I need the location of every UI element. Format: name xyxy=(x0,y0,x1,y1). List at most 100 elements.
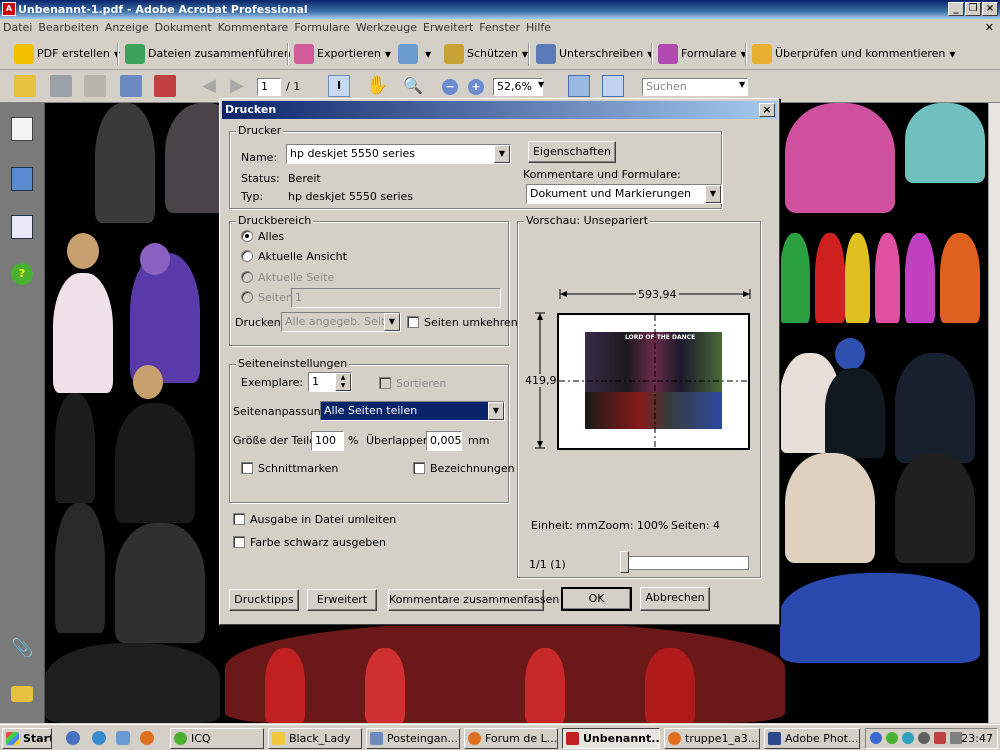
review-comment-button[interactable]: Überprüfen und kommentieren ▼ xyxy=(752,43,956,65)
menu-anzeige[interactable]: Anzeige xyxy=(102,19,152,37)
reverse-pages-checkbox[interactable] xyxy=(407,316,419,328)
ok-button[interactable]: OK xyxy=(561,587,632,611)
tile-size-label: Größe der Teile: xyxy=(233,434,320,447)
tray-icon[interactable] xyxy=(934,732,946,744)
help-icon[interactable]: ? xyxy=(11,263,33,285)
export-button[interactable]: Exportieren ▼ xyxy=(294,43,391,65)
browser-quicklaunch-icon[interactable] xyxy=(66,731,80,745)
task-black-lady[interactable]: Black_Lady xyxy=(268,728,362,749)
preview-page-slider[interactable] xyxy=(623,556,749,570)
print-icon[interactable] xyxy=(50,75,72,97)
open-folder-icon[interactable] xyxy=(14,75,36,97)
bookmarks-icon[interactable] xyxy=(11,167,33,191)
system-tray: 23:47 xyxy=(865,728,998,749)
menu-dokument[interactable]: Dokument xyxy=(152,19,215,37)
merge-files-button[interactable]: Dateien zusammenführen▼ xyxy=(125,43,301,65)
range-all-radio[interactable] xyxy=(241,230,253,242)
menu-erweitert[interactable]: Erweitert xyxy=(420,19,476,37)
menu-werkzeuge[interactable]: Werkzeuge xyxy=(353,19,420,37)
prev-page-icon[interactable]: ◀ xyxy=(198,75,220,97)
print-subset-select[interactable]: Alle angegeb. Seiten ▼ xyxy=(281,312,401,332)
stepper-arrows-icon[interactable]: ▲ ▼ xyxy=(335,373,351,391)
print-black-checkbox[interactable] xyxy=(233,536,245,548)
slider-thumb[interactable] xyxy=(620,551,629,573)
vertical-scrollbar[interactable] xyxy=(988,103,1000,723)
search-input[interactable]: Suchen xyxy=(642,78,748,96)
volume-icon[interactable] xyxy=(950,732,962,744)
menu-hilfe[interactable]: Hilfe xyxy=(523,19,554,37)
search-doc-icon[interactable] xyxy=(154,75,176,97)
zoom-dropdown-icon[interactable]: ▼ xyxy=(538,80,544,89)
printer-name-select[interactable]: hp deskjet 5550 series ▼ xyxy=(286,144,511,164)
print-tips-button[interactable]: Drucktipps xyxy=(229,589,299,611)
task-posteingang[interactable]: Posteingan... xyxy=(366,728,460,749)
zoom-input[interactable]: 52,6% xyxy=(493,78,543,96)
scaling-select[interactable]: Alle Seiten teilen ▼ xyxy=(320,401,505,421)
email-icon[interactable] xyxy=(120,75,142,97)
task-forum[interactable]: Forum de L... xyxy=(464,728,558,749)
document-close-icon[interactable]: ✕ xyxy=(985,19,994,37)
comment-icon xyxy=(752,44,772,64)
firefox-quicklaunch-icon[interactable] xyxy=(140,731,154,745)
page-number-input[interactable]: 1 xyxy=(257,78,281,96)
fit-width-icon[interactable] xyxy=(568,75,590,97)
sign-button[interactable]: Unterschreiben ▼ xyxy=(536,43,653,65)
collate-checkbox[interactable] xyxy=(379,377,391,389)
menu-formulare[interactable]: Formulare xyxy=(291,19,353,37)
tray-icon[interactable] xyxy=(870,732,882,744)
task-acrobat[interactable]: Unbenannt... xyxy=(562,728,660,749)
ie-quicklaunch-icon[interactable] xyxy=(92,731,106,745)
signatures-icon[interactable] xyxy=(11,215,33,239)
search-dropdown-icon[interactable]: ▼ xyxy=(739,80,745,89)
menu-bearbeiten[interactable]: Bearbeiten xyxy=(35,19,101,37)
range-pages-radio[interactable] xyxy=(241,291,253,303)
range-current-page-radio[interactable] xyxy=(241,271,253,283)
close-button[interactable]: × xyxy=(982,2,998,16)
tray-icon[interactable] xyxy=(918,732,930,744)
menu-fenster[interactable]: Fenster xyxy=(476,19,523,37)
copies-stepper[interactable]: 1 ▲ ▼ xyxy=(308,372,352,392)
task-icq[interactable]: ICQ xyxy=(170,728,264,749)
dialog-close-button[interactable]: × xyxy=(759,103,775,117)
properties-button[interactable]: Eigenschaften xyxy=(528,141,616,163)
secure-doc-button[interactable]: ▼ xyxy=(398,43,431,65)
task-photoshop[interactable]: Adobe Phot... xyxy=(764,728,860,749)
task-truppe[interactable]: truppe1_a3... xyxy=(664,728,760,749)
select-text-icon[interactable]: I xyxy=(328,75,350,97)
maximize-button[interactable]: ❐ xyxy=(965,2,981,16)
clock[interactable]: 23:47 xyxy=(961,729,993,748)
cancel-button[interactable]: Abbrechen xyxy=(640,587,710,611)
fit-page-icon[interactable] xyxy=(602,75,624,97)
zoom-out-icon[interactable]: − xyxy=(442,79,458,95)
menu-datei[interactable]: Datei xyxy=(0,19,35,37)
zoom-in-icon[interactable]: + xyxy=(468,79,484,95)
desktop-quicklaunch-icon[interactable] xyxy=(116,731,130,745)
comments-icon[interactable] xyxy=(11,686,33,702)
next-page-icon[interactable]: ▶ xyxy=(226,75,248,97)
advanced-button[interactable]: Erweitert xyxy=(307,589,377,611)
menu-kommentare[interactable]: Kommentare xyxy=(215,19,292,37)
start-button[interactable]: Start xyxy=(2,728,52,749)
attachments-icon[interactable]: 📎 xyxy=(11,638,33,662)
range-current-view-radio[interactable] xyxy=(241,250,253,262)
collate-label: Sortieren xyxy=(396,377,447,390)
summarize-comments-button[interactable]: Kommentare zusammenfassen xyxy=(388,589,559,611)
print-range-legend: Druckbereich xyxy=(236,214,314,227)
pdf-create-button[interactable]: PDF erstellen ▼ xyxy=(14,43,120,65)
minimize-button[interactable]: _ xyxy=(948,2,964,16)
range-pages-input[interactable]: 1 xyxy=(291,288,501,308)
save-icon[interactable] xyxy=(84,75,106,97)
pages-icon[interactable] xyxy=(11,117,33,141)
zoom-tool-icon[interactable]: 🔍 xyxy=(402,75,424,97)
protect-button[interactable]: Schützen ▼ xyxy=(444,43,528,65)
tile-size-input[interactable]: 100 xyxy=(311,431,344,451)
hand-tool-icon[interactable]: ✋ xyxy=(366,75,388,97)
tray-icon[interactable] xyxy=(886,732,898,744)
comments-forms-select[interactable]: Dokument und Markierungen ▼ xyxy=(526,184,722,204)
print-to-file-checkbox[interactable] xyxy=(233,513,245,525)
cut-marks-checkbox[interactable] xyxy=(241,462,253,474)
tray-icon[interactable] xyxy=(902,732,914,744)
overlap-input[interactable]: 0,005 xyxy=(426,431,462,451)
labels-checkbox[interactable] xyxy=(413,462,425,474)
forms-button[interactable]: Formulare ▼ xyxy=(658,43,747,65)
